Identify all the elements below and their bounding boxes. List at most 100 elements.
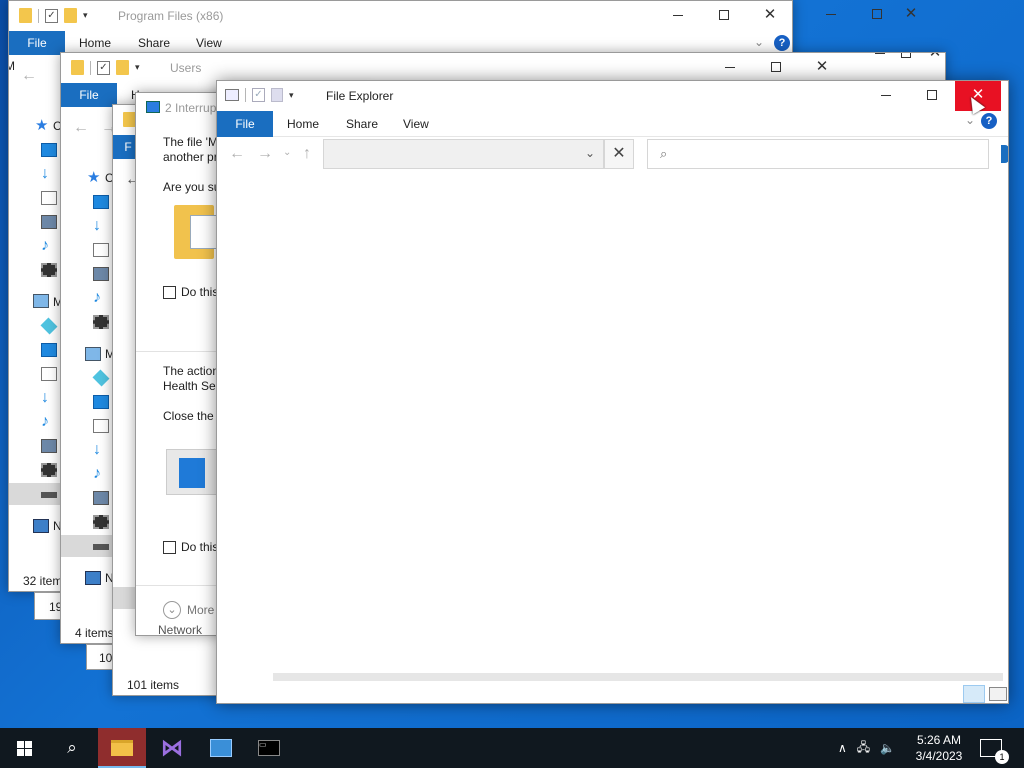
dialog-title: 2 Interrup [165, 101, 217, 115]
tab-file[interactable]: File [217, 111, 273, 137]
horizontal-scrollbar[interactable] [273, 673, 1003, 681]
desktop-icon[interactable] [93, 395, 109, 409]
address-clear-button[interactable]: ✕ [604, 139, 634, 169]
customize-dropdown-icon[interactable]: ▾ [289, 90, 294, 101]
title-bar[interactable]: ✓ ▾ Users ✕ ✕ [61, 53, 945, 83]
this-pc-icon[interactable] [85, 347, 101, 361]
properties-icon[interactable]: ✓ [97, 60, 110, 75]
title-bar[interactable]: ✓ ▾ File Explorer ✕ [217, 81, 1008, 111]
customize-dropdown-icon[interactable]: ▾ [135, 62, 140, 73]
control-panel-icon [210, 739, 232, 757]
do-this-for-all-checkbox[interactable] [163, 286, 176, 299]
recent-locations-icon[interactable]: ⌄ [283, 147, 291, 158]
search-input[interactable]: ⌕ [647, 139, 989, 169]
pictures-icon[interactable] [93, 267, 109, 281]
do-this-for-all-checkbox-2[interactable] [163, 541, 176, 554]
local-disk-icon[interactable] [93, 544, 109, 550]
more-details-chevron-icon[interactable]: ⌄ [163, 601, 181, 619]
notification-count-badge: 1 [995, 750, 1009, 764]
expand-ribbon-icon[interactable]: ⌄ [965, 113, 975, 127]
maximize-button[interactable] [909, 81, 955, 111]
forward-arrow-icon[interactable]: → [257, 145, 273, 163]
music-icon[interactable]: ♪ [93, 466, 109, 482]
explorer-app-icon [225, 89, 239, 101]
documents-icon[interactable] [93, 419, 109, 433]
documents-icon[interactable] [93, 243, 109, 257]
taskbar-file-explorer[interactable] [98, 728, 146, 768]
scroll-indicator[interactable] [1001, 145, 1008, 163]
address-bar[interactable]: ⌄ [323, 139, 604, 169]
pictures-icon[interactable] [93, 491, 109, 505]
action-center-button[interactable]: 1 [980, 728, 1009, 768]
window-title: File Explorer [326, 89, 394, 103]
minimize-button[interactable] [863, 81, 909, 111]
network-icon[interactable] [85, 571, 101, 585]
downloads-icon[interactable]: ↓ [93, 442, 109, 458]
back-arrow-icon[interactable]: ← [229, 145, 245, 163]
file-explorer-window[interactable]: ✓ ▾ File Explorer ✕ File Home Share View… [216, 80, 1009, 704]
conflict-message-line2: another pr [163, 150, 218, 164]
minimize-button[interactable] [808, 0, 854, 30]
file-explorer-icon [111, 740, 133, 756]
up-arrow-icon[interactable]: ↑ [303, 145, 311, 163]
do-this-label-2: Do this [181, 540, 219, 554]
taskbar-command-prompt[interactable]: ▭ [245, 728, 293, 768]
search-button[interactable]: ⌕ [48, 728, 96, 768]
clock-time: 5:26 AM [916, 733, 962, 747]
start-button[interactable] [0, 728, 48, 768]
folder-file-icon [174, 205, 218, 259]
details-view-button[interactable] [963, 685, 985, 703]
file-operation-icon [146, 101, 160, 113]
taskbar-visual-studio[interactable]: ⋈ [148, 728, 196, 768]
downloads-icon[interactable]: ↓ [93, 218, 109, 234]
close-program-text: Close the [163, 409, 214, 423]
desktop-icon[interactable] [93, 195, 109, 209]
maximize-button[interactable] [854, 0, 900, 30]
new-folder-icon[interactable] [116, 60, 129, 75]
status-item-count: 4 items [75, 626, 114, 640]
new-folder-icon[interactable] [271, 88, 283, 102]
volume-icon[interactable]: 🔈 [880, 741, 895, 755]
status-item-count: 10 [99, 651, 113, 665]
clock[interactable]: 5:26 AM 3/4/2023 [904, 732, 974, 764]
tab-file[interactable]: File [61, 83, 117, 107]
tab-view[interactable]: View [403, 117, 429, 131]
close-button[interactable]: ✕ [923, 53, 945, 69]
back-arrow-icon[interactable]: ← [73, 119, 89, 137]
more-details-button[interactable]: More [187, 603, 214, 618]
notifications-icon: 1 [980, 739, 1009, 764]
large-icons-view-button[interactable] [989, 687, 1007, 701]
taskbar-control-panel[interactable] [197, 728, 245, 768]
address-dropdown-icon[interactable]: ⌄ [585, 146, 595, 160]
music-icon[interactable]: ♪ [93, 290, 109, 306]
ribbon-tabs: File Home Share View ⌄ ? [217, 111, 1008, 137]
conflict-message-line1: The file 'M [163, 135, 218, 149]
search-icon: ⌕ [67, 738, 77, 757]
videos-icon[interactable] [93, 315, 109, 329]
close-button[interactable]: ✕ [799, 53, 845, 83]
maximize-button[interactable] [753, 53, 799, 83]
quick-access-toolbar: ✓ ▾ [225, 88, 294, 102]
quick-access-star-icon[interactable]: ★ [87, 170, 103, 185]
tab-home[interactable]: Home [287, 117, 319, 131]
close-button[interactable]: ✕ [900, 0, 922, 30]
tab-share[interactable]: Share [346, 117, 378, 131]
selected-row[interactable] [113, 587, 137, 609]
status-item-count: 101 items [127, 678, 180, 692]
show-hidden-icons-chevron-icon[interactable]: ∧ [838, 741, 847, 755]
videos-icon[interactable] [93, 515, 109, 529]
program-window-icon [166, 449, 218, 495]
minimize-button[interactable] [707, 53, 753, 83]
command-prompt-icon: ▭ [258, 740, 280, 756]
network-icon[interactable]: 🖧 [857, 738, 870, 759]
3d-objects-icon[interactable] [92, 369, 110, 387]
window-title: Users [170, 61, 202, 75]
nav-label-cut: M [9, 59, 15, 73]
help-icon[interactable]: ? [981, 113, 997, 129]
taskbar: ⌕ ⋈ ▭ ∧ 🖧 🔈 5:26 AM 3/4/2023 1 [0, 728, 1024, 768]
network-label: Network [158, 623, 203, 636]
properties-icon[interactable]: ✓ [252, 88, 265, 102]
search-icon: ⌕ [660, 146, 668, 161]
visual-studio-icon: ⋈ [161, 735, 183, 760]
folder-icon [71, 60, 84, 75]
